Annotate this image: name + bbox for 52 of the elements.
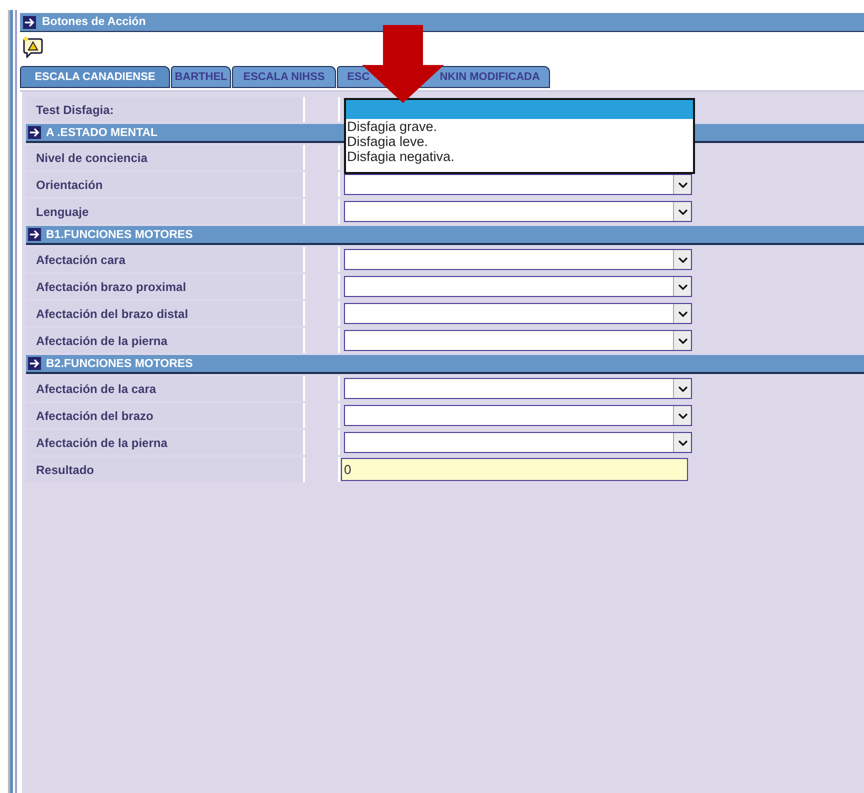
caret-icon	[678, 412, 688, 418]
section-title: A .ESTADO MENTAL	[46, 126, 158, 138]
field-label: Afectación de la pierna	[26, 430, 305, 455]
caret-icon	[678, 338, 688, 344]
select-field[interactable]	[344, 378, 692, 399]
arrow-icon	[28, 357, 41, 370]
section-title: B2.FUNCIONES MOTORES	[46, 358, 193, 370]
caret-icon	[678, 386, 688, 392]
dropdown-button[interactable]	[673, 202, 691, 221]
result-field[interactable]: 0	[341, 458, 688, 481]
select-field[interactable]	[344, 330, 692, 351]
select-field[interactable]	[344, 201, 692, 222]
arrow-icon	[23, 16, 36, 28]
dropdown-option[interactable]: Disfagia leve.	[346, 134, 693, 149]
dropdown-button[interactable]	[673, 175, 691, 194]
select-field[interactable]	[344, 432, 692, 453]
caret-icon	[678, 310, 688, 316]
select-field[interactable]	[344, 405, 692, 426]
arrow-icon	[28, 228, 41, 241]
warning-note-icon[interactable]	[23, 36, 43, 58]
field-label: Test Disfagia:	[26, 97, 305, 122]
arrow-icon	[28, 126, 41, 139]
field-label: Nivel de conciencia	[26, 145, 305, 170]
field-label: Orientación	[26, 172, 305, 197]
select-field[interactable]	[344, 174, 692, 195]
dropdown-button[interactable]	[673, 406, 691, 425]
field-label: Lenguaje	[26, 199, 305, 224]
caret-icon	[678, 256, 688, 262]
field-label: Afectación de la pierna	[26, 328, 305, 353]
dropdown-button[interactable]	[673, 379, 691, 398]
section-title: Botones de Acción	[42, 16, 146, 28]
select-field[interactable]	[344, 249, 692, 270]
caret-icon	[678, 284, 688, 290]
field-label: Afectación brazo proximal	[26, 274, 305, 299]
field-label: Afectación del brazo	[26, 403, 305, 428]
dropdown-button[interactable]	[673, 277, 691, 296]
select-field[interactable]	[344, 276, 692, 297]
dropdown-button[interactable]	[673, 304, 691, 323]
caret-icon	[678, 440, 688, 446]
dropdown-button[interactable]	[673, 331, 691, 350]
field-label: Resultado	[26, 457, 305, 482]
field-label: Afectación de la cara	[26, 376, 305, 401]
field-label: Afectación del brazo distal	[26, 301, 305, 326]
field-label: Afectación cara	[26, 247, 305, 272]
dropdown-button[interactable]	[673, 250, 691, 269]
dropdown-option[interactable]: Disfagia grave.	[346, 119, 693, 134]
select-field[interactable]	[344, 303, 692, 324]
caret-icon	[678, 182, 688, 188]
caret-icon	[678, 208, 688, 214]
dropdown-button[interactable]	[673, 433, 691, 452]
section-title: B1.FUNCIONES MOTORES	[46, 228, 193, 240]
dropdown-option[interactable]: Disfagia negativa.	[346, 149, 693, 164]
